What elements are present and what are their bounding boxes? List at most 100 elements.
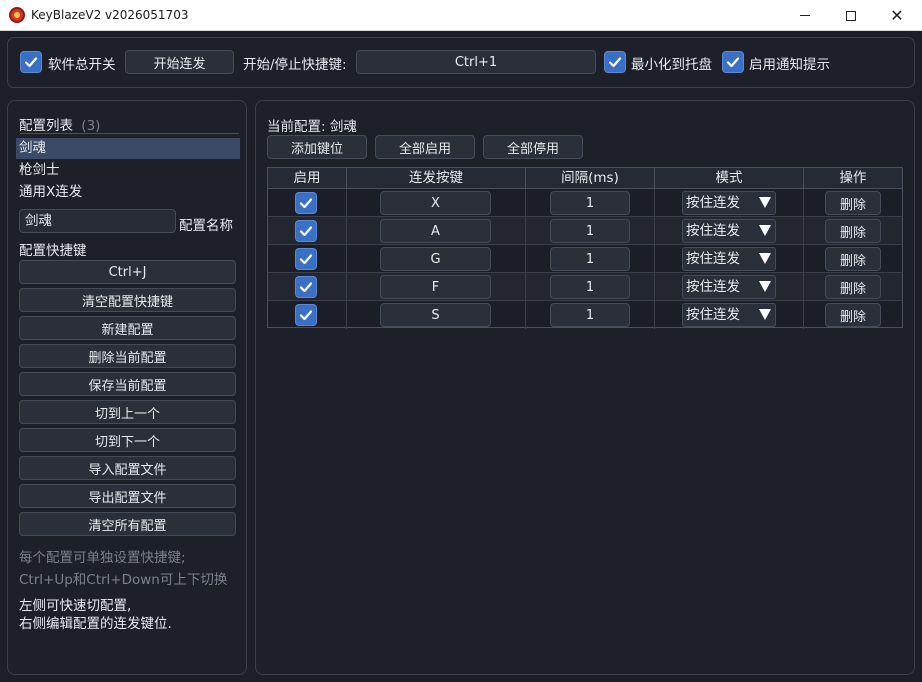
config-editor-panel: 当前配置: 剑魂 添加键位 全部启用 全部停用 启用 连发按键 间隔(ms) 模… [255, 100, 915, 675]
config-list-title: 配置列表 (3) [19, 114, 100, 134]
delete-row-button[interactable]: 删除 [825, 275, 881, 299]
close-icon: ✕ [890, 6, 904, 25]
minimize-tray-checkbox[interactable] [604, 51, 626, 73]
config-name-input[interactable]: 剑魂 [19, 209, 176, 233]
table-row: F 1 按住连发 删除 [268, 273, 902, 301]
check-icon [299, 198, 313, 209]
burst-key-field[interactable]: A [380, 219, 491, 243]
delete-row-button[interactable]: 删除 [825, 219, 881, 243]
config-hotkey-label: 配置快捷键 [19, 243, 87, 259]
maximize-icon [846, 10, 856, 21]
close-button[interactable]: ✕ [874, 0, 920, 31]
mode-select[interactable]: 按住连发 [682, 303, 776, 327]
save-config-button[interactable]: 保存当前配置 [19, 372, 236, 396]
hotkey-label: 开始/停止快捷键: [243, 57, 347, 73]
minimize-icon [800, 15, 810, 16]
column-header: 连发按键 [347, 168, 526, 189]
interval-input[interactable]: 1 [550, 191, 630, 215]
mode-value: 按住连发 [686, 223, 740, 239]
row-enable-checkbox[interactable] [295, 220, 317, 242]
dropdown-arrow-icon [759, 309, 771, 320]
window-title: KeyBlazeV2 v2026051703 [31, 8, 189, 22]
mode-select[interactable]: 按住连发 [682, 219, 776, 243]
prev-config-button[interactable]: 切到上一个 [19, 400, 236, 424]
table-row: A 1 按住连发 删除 [268, 217, 902, 245]
dropdown-arrow-icon [759, 253, 771, 264]
app-icon [9, 7, 25, 23]
notify-checkbox[interactable] [722, 51, 744, 73]
table-row: S 1 按住连发 删除 [268, 301, 902, 329]
column-header: 操作 [804, 168, 902, 189]
master-switch-label: 软件总开关 [48, 57, 116, 73]
divider [20, 133, 239, 134]
dropdown-arrow-icon [759, 197, 771, 208]
current-config-label: 当前配置: 剑魂 [267, 119, 357, 135]
maximize-button[interactable] [828, 0, 874, 31]
mode-select[interactable]: 按住连发 [682, 247, 776, 271]
interval-input[interactable]: 1 [550, 275, 630, 299]
row-enable-checkbox[interactable] [295, 248, 317, 270]
delete-config-button[interactable]: 删除当前配置 [19, 344, 236, 368]
interval-input[interactable]: 1 [550, 247, 630, 271]
column-header: 启用 [268, 168, 347, 189]
mode-select[interactable]: 按住连发 [682, 191, 776, 215]
clear-config-hotkey-button[interactable]: 清空配置快捷键 [19, 288, 236, 312]
delete-row-button[interactable]: 删除 [825, 247, 881, 271]
hint-text: 每个配置可单独设置快捷键; [19, 550, 186, 566]
mode-value: 按住连发 [686, 307, 740, 323]
global-hotkey-field[interactable]: Ctrl+1 [356, 50, 596, 74]
global-settings-bar: 软件总开关 开始连发 开始/停止快捷键: Ctrl+1 最小化到托盘 启用通知提… [7, 37, 915, 88]
next-config-button[interactable]: 切到下一个 [19, 428, 236, 452]
check-icon [299, 226, 313, 237]
row-enable-checkbox[interactable] [295, 276, 317, 298]
note-text: 右侧编辑配置的连发键位. [19, 616, 172, 632]
export-config-button[interactable]: 导出配置文件 [19, 484, 236, 508]
enable-all-button[interactable]: 全部启用 [375, 135, 475, 159]
add-key-button[interactable]: 添加键位 [267, 135, 367, 159]
interval-input[interactable]: 1 [550, 303, 630, 327]
note-text: 左侧可快速切配置, [19, 598, 132, 614]
config-count: (3) [81, 118, 101, 134]
column-header: 间隔(ms) [526, 168, 655, 189]
config-item[interactable]: 枪剑士 [16, 160, 240, 181]
interval-input[interactable]: 1 [550, 219, 630, 243]
column-header: 模式 [655, 168, 804, 189]
import-config-button[interactable]: 导入配置文件 [19, 456, 236, 480]
config-name-label: 配置名称 [179, 218, 233, 234]
minimize-button[interactable] [782, 0, 828, 31]
config-hotkey-field[interactable]: Ctrl+J [19, 260, 236, 284]
config-item[interactable]: 剑魂 [16, 138, 240, 159]
master-switch-checkbox[interactable] [20, 51, 42, 73]
row-enable-checkbox[interactable] [295, 304, 317, 326]
table-row: G 1 按住连发 删除 [268, 245, 902, 273]
config-item[interactable]: 通用X连发 [16, 182, 240, 203]
burst-key-field[interactable]: S [380, 303, 491, 327]
dropdown-arrow-icon [759, 225, 771, 236]
start-burst-button[interactable]: 开始连发 [125, 50, 234, 74]
key-table: 启用 连发按键 间隔(ms) 模式 操作 X 1 按住连发 删除 A 1 按住连… [267, 167, 903, 329]
burst-key-field[interactable]: G [380, 247, 491, 271]
title-bar: KeyBlazeV2 v2026051703 ✕ [0, 0, 922, 31]
burst-key-field[interactable]: F [380, 275, 491, 299]
config-list-panel: 配置列表 (3) 剑魂 枪剑士 通用X连发 剑魂 配置名称 配置快捷键 Ctrl… [7, 100, 247, 675]
mode-value: 按住连发 [686, 279, 740, 295]
check-icon [299, 282, 313, 293]
dropdown-arrow-icon [759, 281, 771, 292]
hint-text: Ctrl+Up和Ctrl+Down可上下切换 [19, 572, 228, 588]
check-icon [726, 57, 740, 68]
new-config-button[interactable]: 新建配置 [19, 316, 236, 340]
mode-value: 按住连发 [686, 195, 740, 211]
delete-row-button[interactable]: 删除 [825, 191, 881, 215]
mode-select[interactable]: 按住连发 [682, 275, 776, 299]
check-icon [608, 57, 622, 68]
disable-all-button[interactable]: 全部停用 [483, 135, 583, 159]
check-icon [299, 254, 313, 265]
check-icon [24, 57, 38, 68]
notify-label: 启用通知提示 [749, 57, 830, 73]
clear-all-configs-button[interactable]: 清空所有配置 [19, 512, 236, 536]
burst-key-field[interactable]: X [380, 191, 491, 215]
row-enable-checkbox[interactable] [295, 192, 317, 214]
delete-row-button[interactable]: 删除 [825, 303, 881, 327]
check-icon [299, 310, 313, 321]
mode-value: 按住连发 [686, 251, 740, 267]
